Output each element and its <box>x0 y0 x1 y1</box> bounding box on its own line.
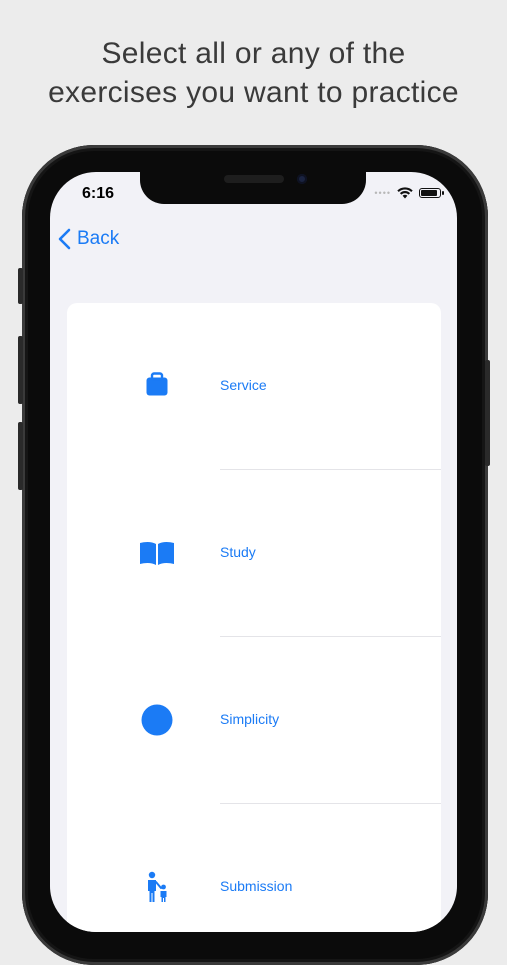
exercise-label: Simplicity <box>220 711 280 727</box>
chevron-left-icon <box>58 228 71 250</box>
exercise-row-simplicity[interactable]: Simplicity <box>67 637 441 804</box>
volume-up-button <box>18 336 23 404</box>
briefcase-icon <box>146 372 168 396</box>
exercise-label: Study <box>220 544 256 560</box>
wifi-icon <box>397 187 413 199</box>
exercise-list: Service Study Simplicity Submission <box>67 303 441 932</box>
notch <box>140 172 366 204</box>
phone-screen: 6:16 •••• Back Service Study Simplicity … <box>50 172 457 932</box>
exercise-label: Service <box>220 377 267 393</box>
back-button[interactable]: Back <box>58 228 119 250</box>
exercise-row-study[interactable]: Study <box>67 470 441 637</box>
silent-switch <box>18 268 23 304</box>
speaker-grille <box>224 175 284 183</box>
status-time: 6:16 <box>82 185 115 202</box>
cellular-dots-icon: •••• <box>374 188 391 198</box>
exercise-row-submission[interactable]: Submission <box>67 804 441 932</box>
promo-headline: Select all or any of the exercises you w… <box>0 34 507 112</box>
headline-line-1: Select all or any of the <box>101 37 406 70</box>
circle-icon <box>141 704 173 736</box>
back-label: Back <box>77 228 120 249</box>
headline-line-2: exercises you want to practice <box>48 76 459 109</box>
book-icon <box>140 541 174 565</box>
power-button <box>485 360 490 466</box>
status-icons: •••• <box>374 186 444 200</box>
volume-down-button <box>18 422 23 490</box>
battery-icon <box>419 188 444 198</box>
exercise-label: Submission <box>220 878 293 894</box>
front-camera-icon <box>297 174 307 184</box>
parent-child-icon <box>148 871 167 902</box>
exercise-row-service[interactable]: Service <box>67 303 441 470</box>
